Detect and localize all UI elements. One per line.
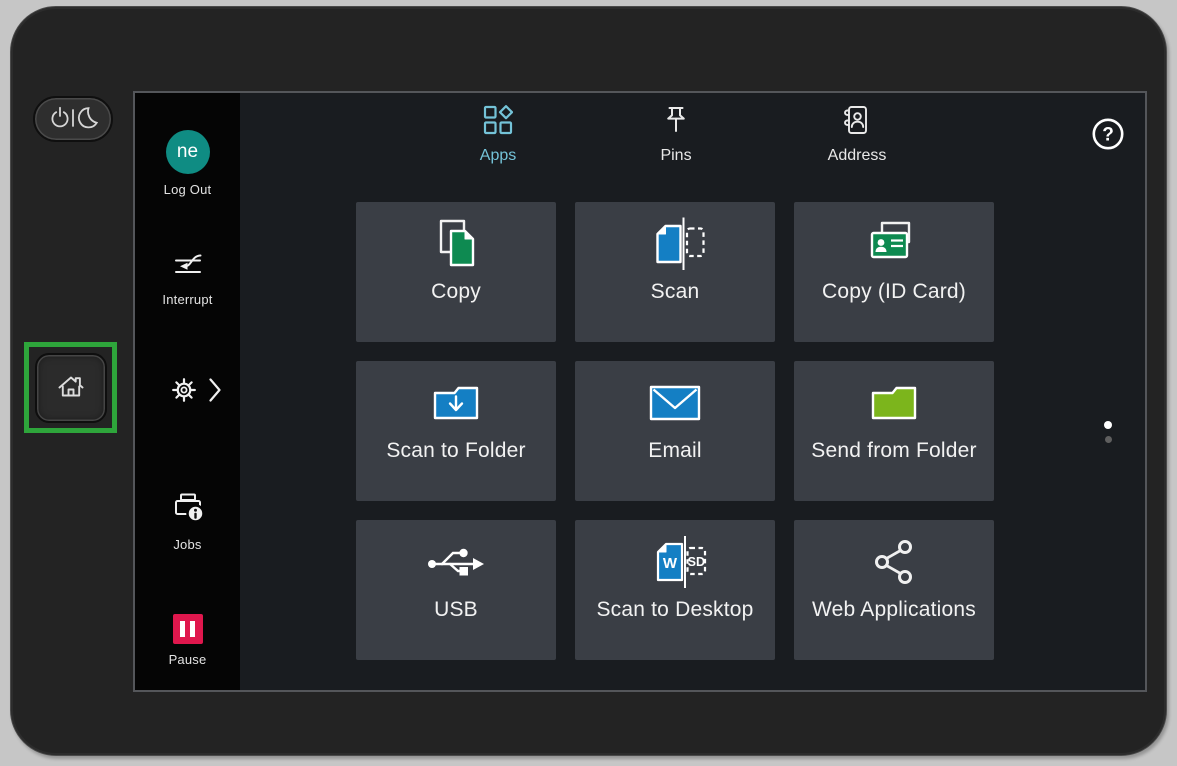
sidebar-item-interrupt[interactable]: Interrupt xyxy=(135,253,240,307)
app-tile-copy[interactable]: Copy xyxy=(356,202,556,342)
app-tile-label: Send from Folder xyxy=(811,439,976,463)
svg-text:W: W xyxy=(663,555,678,572)
apps-grid-icon xyxy=(483,105,513,140)
web-applications-icon xyxy=(870,530,918,594)
apps-grid: Copy Scan xyxy=(356,202,994,660)
home-icon xyxy=(55,370,87,405)
app-tile-label: Scan xyxy=(651,280,700,304)
tab-address-label: Address xyxy=(828,147,887,165)
interrupt-label: Interrupt xyxy=(162,292,212,307)
address-book-icon xyxy=(842,105,872,140)
help-icon: ? xyxy=(1090,140,1126,155)
logout-label: Log Out xyxy=(164,182,212,197)
home-button-highlight xyxy=(24,342,117,433)
interrupt-icon xyxy=(173,253,203,284)
app-tile-label: Email xyxy=(648,439,702,463)
sidebar: ne Log Out Interrupt xyxy=(135,93,240,690)
chevron-right-icon xyxy=(208,377,222,408)
app-tile-label: Scan to Desktop xyxy=(596,598,753,622)
app-tile-label: Copy (ID Card) xyxy=(822,280,966,304)
scan-to-folder-icon xyxy=(430,371,482,435)
pushpin-icon xyxy=(662,105,690,140)
jobs-icon xyxy=(171,492,205,529)
avatar-initials: ne xyxy=(177,141,198,163)
help-button[interactable]: ? xyxy=(1090,116,1126,152)
sidebar-item-pause[interactable]: Pause xyxy=(135,614,240,667)
app-tile-label: USB xyxy=(434,598,478,622)
page-dot-active[interactable] xyxy=(1104,421,1112,429)
app-tile-web-applications[interactable]: Web Applications xyxy=(794,520,994,660)
user-avatar: ne xyxy=(166,130,210,174)
tab-pins-label: Pins xyxy=(660,147,691,165)
power-sleep-icon xyxy=(47,105,99,134)
app-tile-email[interactable]: Email xyxy=(575,361,775,501)
device-front-panel: ne Log Out Interrupt xyxy=(0,0,1177,766)
svg-text:SD: SD xyxy=(688,555,705,569)
email-icon xyxy=(647,371,703,435)
svg-text:?: ? xyxy=(1102,125,1114,146)
tab-apps[interactable]: Apps xyxy=(428,105,568,165)
copy-icon xyxy=(428,212,484,276)
sidebar-item-settings[interactable] xyxy=(135,377,240,408)
sidebar-item-logout[interactable]: ne Log Out xyxy=(135,130,240,197)
scan-to-desktop-icon: W SD xyxy=(643,530,707,594)
app-tile-scan[interactable]: Scan xyxy=(575,202,775,342)
pause-icon xyxy=(173,614,203,644)
app-tile-copy-id-card[interactable]: Copy (ID Card) xyxy=(794,202,994,342)
gear-icon xyxy=(171,377,197,408)
app-tile-label: Web Applications xyxy=(812,598,976,622)
app-tile-label: Copy xyxy=(431,280,481,304)
send-from-folder-icon xyxy=(868,371,920,435)
jobs-label: Jobs xyxy=(173,537,201,552)
pause-label: Pause xyxy=(169,652,207,667)
app-tile-send-from-folder[interactable]: Send from Folder xyxy=(794,361,994,501)
app-tile-scan-to-folder[interactable]: Scan to Folder xyxy=(356,361,556,501)
app-tile-label: Scan to Folder xyxy=(386,439,525,463)
app-tile-usb[interactable]: USB xyxy=(356,520,556,660)
page-indicator[interactable] xyxy=(1104,421,1112,443)
tab-apps-label: Apps xyxy=(480,147,516,165)
device-bezel: ne Log Out Interrupt xyxy=(10,6,1167,756)
tab-pins[interactable]: Pins xyxy=(606,105,746,165)
touchscreen: ne Log Out Interrupt xyxy=(133,91,1147,692)
app-tile-scan-to-desktop[interactable]: W SD Scan to Desktop xyxy=(575,520,775,660)
sidebar-item-jobs[interactable]: Jobs xyxy=(135,492,240,552)
power-sleep-button[interactable] xyxy=(33,96,113,142)
scan-icon xyxy=(644,212,706,276)
tab-address[interactable]: Address xyxy=(787,105,927,165)
copy-id-card-icon xyxy=(865,212,923,276)
usb-icon xyxy=(426,530,486,594)
home-button[interactable] xyxy=(35,353,107,423)
page-dot-inactive[interactable] xyxy=(1105,436,1112,443)
